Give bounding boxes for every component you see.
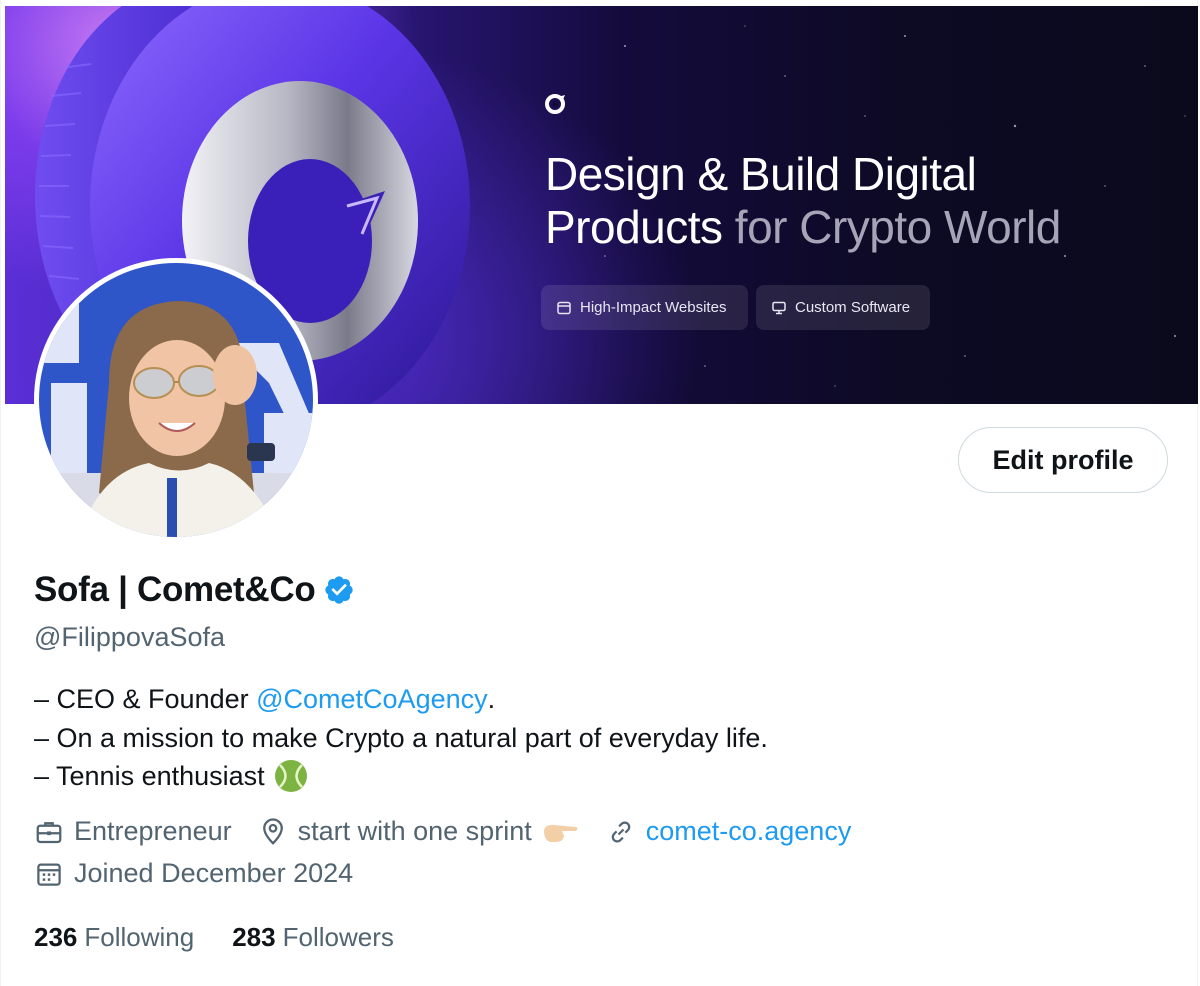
location-text: start with one sprint [297,816,532,846]
display-name: Sofa | Comet&Co [34,570,316,609]
profession-text: Entrepreneur [74,816,232,846]
headline-dim: for Crypto World [722,201,1062,253]
headline-line-1: Design & Build Digital [545,148,977,200]
following-count: 236 [34,922,78,952]
headline-line-2: Products for Crypto World [545,201,1061,254]
name-row: Sofa | Comet&Co [34,570,355,610]
profession-item: Entrepreneur [34,816,232,847]
profile-page: Design & Build Digital Products for Cryp… [0,0,1198,986]
briefcase-icon [36,821,62,843]
mention-link[interactable]: @CometCoAgency [256,680,488,719]
user-handle: @FilippovaSofa [34,622,226,652]
edit-profile-button[interactable]: Edit profile [958,427,1168,493]
followers-count: 283 [232,922,276,952]
pill-label: Custom Software [795,299,911,316]
followers-link[interactable]: 283 Followers [232,922,394,953]
comet-logo-icon [545,94,565,114]
profile-meta: Entrepreneur start with one sprint comet… [34,816,851,847]
website-link[interactable]: comet-co.agency [646,816,852,847]
banner-headline: Design & Build Digital Products for Cryp… [545,148,1061,254]
follow-stats: 236 Following 283 Followers [34,922,394,953]
verified-badge-icon[interactable] [323,574,355,606]
bio-text: – Tennis enthusiast [34,761,265,791]
following-link[interactable]: 236 Following [34,922,194,953]
avatar-photo [39,263,313,537]
joined-text: Joined December 2024 [74,858,354,888]
joined-item: Joined December 2024 [34,858,353,889]
bio-line: – Tennis enthusiast [34,757,768,796]
pill-custom-software: Custom Software [756,285,930,330]
avatar[interactable] [34,258,318,542]
pill-high-impact-websites: High-Impact Websites [541,285,748,330]
monitor-icon [772,301,786,314]
location-item: start with one sprint [258,816,580,847]
bio: – CEO & Founder @CometCoAgency . – On a … [34,680,768,796]
bio-text: . [487,684,496,714]
profile-meta-joined: Joined December 2024 [34,858,353,889]
calendar-icon [37,863,61,886]
location-pin-icon [262,817,283,845]
bio-text: – CEO & Founder [34,684,257,714]
followers-label: Followers [282,922,394,952]
tennis-ball-icon [274,760,307,793]
headline-bright: Products [545,201,723,253]
following-label: Following [84,922,195,952]
bio-line: – On a mission to make Crypto a natural … [34,722,768,753]
pill-label: High-Impact Websites [580,299,727,316]
bio-line: – CEO & Founder @CometCoAgency . [34,680,768,719]
browser-window-icon [557,301,571,314]
link-icon [611,820,630,843]
pointing-hand-icon [543,824,578,842]
website-item[interactable]: comet-co.agency [606,816,852,847]
